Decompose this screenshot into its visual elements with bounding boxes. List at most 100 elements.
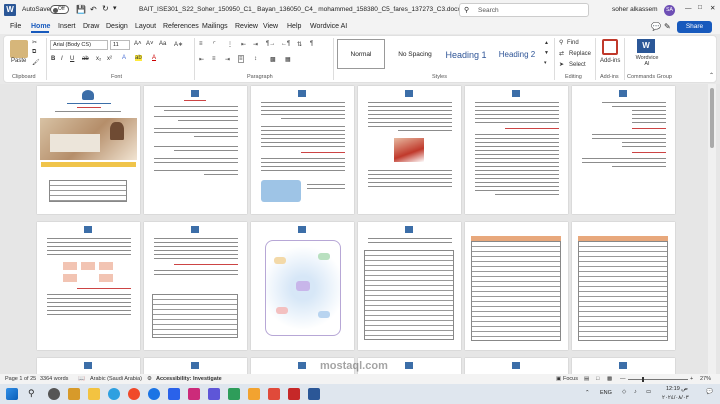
read-mode-icon[interactable]: ▤ (584, 376, 589, 382)
font-color-icon[interactable]: A (152, 55, 156, 61)
copy-icon[interactable]: ⧉ (32, 49, 36, 56)
edge-icon[interactable] (108, 388, 120, 400)
taskbar-search-icon[interactable]: ⚲ (28, 388, 35, 399)
accessibility-status[interactable]: Accessibility: Investigate (156, 376, 222, 382)
widget-icon[interactable] (68, 388, 80, 400)
change-case-icon[interactable]: Aa (159, 41, 166, 47)
print-layout-icon[interactable]: □ (596, 376, 599, 382)
wordvice-icon[interactable]: W (637, 39, 655, 53)
focus-icon[interactable]: ▣ (556, 376, 561, 382)
teams-icon[interactable] (208, 388, 220, 400)
tray-overflow-icon[interactable]: ⌃ (585, 390, 590, 396)
page-thumbnail[interactable] (251, 222, 354, 350)
input-language[interactable]: ENG (600, 390, 612, 396)
zoom-slider-thumb[interactable] (642, 376, 644, 382)
page-thumbnail[interactable] (144, 358, 247, 374)
find-label[interactable]: Find (567, 40, 579, 46)
app-icon[interactable] (248, 388, 260, 400)
tab-review[interactable]: Review (235, 23, 258, 30)
paste-label[interactable]: Paste (11, 58, 26, 64)
page-thumbnail[interactable] (144, 222, 247, 350)
superscript-icon[interactable]: x² (107, 56, 112, 62)
shrink-font-icon[interactable]: A˅ (146, 41, 154, 47)
align-right-icon[interactable]: ⇥ (225, 56, 230, 63)
pdf-icon[interactable] (288, 388, 300, 400)
clock-time[interactable]: 12:19 ص (666, 386, 688, 392)
increase-indent-icon[interactable]: ⇥ (253, 41, 258, 48)
wordvice-label[interactable]: Wordvice AI (634, 55, 660, 67)
comments-icon[interactable]: 💬 (651, 22, 661, 31)
style-heading-2[interactable]: Heading 2 (494, 39, 540, 69)
style-heading-1[interactable]: Heading 1 (442, 39, 490, 69)
volume-icon[interactable]: ♪ (634, 389, 637, 395)
tab-help[interactable]: Help (287, 23, 301, 30)
line-spacing-icon[interactable]: ↕ (254, 56, 257, 62)
text-effects-icon[interactable]: A (122, 55, 126, 61)
share-button[interactable]: Share (677, 21, 712, 33)
restore-icon[interactable]: □ (698, 4, 702, 11)
numbering-icon[interactable]: ⌜ (213, 41, 216, 48)
page-thumbnail[interactable] (572, 358, 675, 374)
user-name[interactable]: soher alkassem (612, 6, 658, 13)
zoom-slider[interactable] (628, 376, 688, 382)
vertical-scrollbar[interactable] (708, 84, 716, 374)
format-painter-icon[interactable]: 🖌 (32, 59, 40, 66)
page-thumbnail[interactable] (37, 86, 140, 214)
paste-icon[interactable] (10, 40, 28, 58)
clock-date[interactable]: ٢٠٢٤/٠٨/٠٣ (662, 395, 689, 401)
tab-mailings[interactable]: Mailings (202, 23, 228, 30)
page-thumbnail[interactable] (572, 222, 675, 350)
rtl-icon[interactable]: ←¶ (281, 41, 290, 47)
borders-icon[interactable]: ▦ (285, 56, 291, 63)
word-taskbar-icon[interactable] (308, 388, 320, 400)
notifications-icon[interactable]: 💬 (706, 389, 713, 395)
collapse-ribbon-icon[interactable]: ⌃ (709, 72, 714, 79)
tab-draw[interactable]: Draw (83, 23, 99, 30)
tab-design[interactable]: Design (106, 23, 128, 30)
bold-icon[interactable]: B (51, 56, 55, 62)
font-size-box[interactable]: 11 (110, 40, 130, 50)
chrome-icon[interactable] (128, 388, 140, 400)
style-normal[interactable]: Normal (337, 39, 385, 69)
select-label[interactable]: Select (569, 62, 586, 68)
shading-icon[interactable]: ▩ (270, 56, 276, 63)
save-icon[interactable]: 💾 (76, 5, 86, 14)
tab-view[interactable]: View (263, 23, 278, 30)
page-thumbnail[interactable] (465, 358, 568, 374)
cut-icon[interactable]: ✂ (32, 39, 37, 46)
clear-format-icon[interactable]: A∗ (174, 41, 183, 48)
qat-dropdown-icon[interactable]: ▾ (113, 4, 117, 12)
tab-layout[interactable]: Layout (135, 23, 156, 30)
start-icon[interactable] (6, 388, 18, 400)
battery-icon[interactable]: ▭ (646, 389, 651, 395)
powerpoint-icon[interactable] (268, 388, 280, 400)
minimize-icon[interactable]: — (685, 5, 692, 12)
tab-home[interactable]: Home (31, 23, 50, 30)
bullets-icon[interactable]: ≡ (199, 41, 203, 47)
page-thumbnail[interactable] (572, 86, 675, 214)
focus-label[interactable]: Focus (563, 376, 578, 382)
close-icon[interactable]: ✕ (710, 4, 715, 12)
undo-icon[interactable]: ↶ (90, 5, 97, 14)
tab-wordvice-ai[interactable]: Wordvice AI (310, 23, 347, 30)
italic-icon[interactable]: I (61, 56, 63, 62)
add-ins-label[interactable]: Add-ins (600, 58, 620, 64)
tab-file[interactable]: File (10, 23, 21, 30)
page-count[interactable]: Page 1 of 25 (5, 376, 36, 382)
highlight-icon[interactable]: ab (135, 55, 142, 61)
justify-icon[interactable]: ≡ (238, 55, 244, 63)
web-layout-icon[interactable]: ▩ (607, 376, 612, 382)
page-thumbnail[interactable] (144, 86, 247, 214)
align-center-icon[interactable]: ≡ (212, 56, 216, 62)
file-explorer-icon[interactable] (88, 388, 100, 400)
show-marks-icon[interactable]: ¶ (310, 41, 313, 47)
zoom-level[interactable]: 27% (700, 376, 711, 382)
wifi-icon[interactable]: ◇ (622, 389, 626, 395)
edit-mode-icon[interactable]: ✎ (664, 22, 671, 31)
replace-icon[interactable]: ⇄ (559, 50, 564, 57)
scrollbar-thumb[interactable] (710, 88, 714, 148)
task-view-icon[interactable] (48, 388, 60, 400)
select-icon[interactable]: ➤ (559, 61, 564, 68)
replace-label[interactable]: Replace (569, 51, 591, 57)
styles-more-icon[interactable]: ▾ (544, 60, 547, 66)
